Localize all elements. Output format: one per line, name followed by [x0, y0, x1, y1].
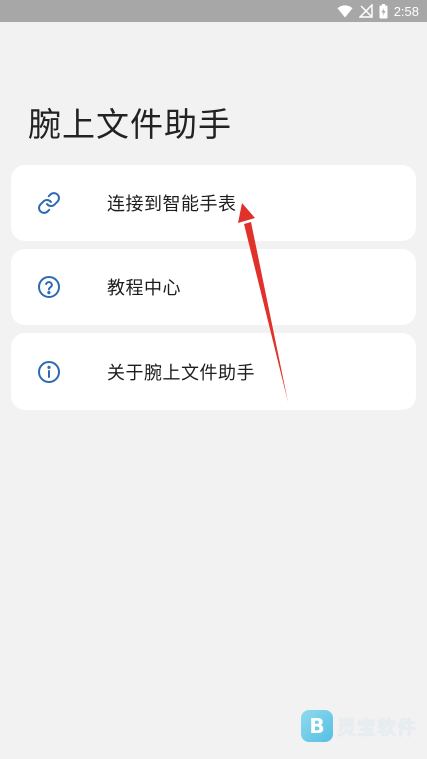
watermark: B 灵宝软件	[301, 710, 417, 742]
menu-item-label: 关于腕上文件助手	[107, 362, 255, 384]
menu-item-connect-watch[interactable]: 连接到智能手表	[11, 165, 416, 241]
status-bar: 2:58	[0, 0, 427, 22]
signal-icon	[358, 4, 373, 18]
wifi-icon	[337, 4, 353, 18]
help-circle-icon	[37, 275, 61, 299]
link-icon	[37, 191, 61, 215]
menu-item-tutorial-center[interactable]: 教程中心	[11, 249, 416, 325]
status-icons: 2:58	[337, 0, 419, 22]
status-time: 2:58	[393, 3, 419, 19]
page-title: 腕上文件助手	[28, 105, 232, 144]
watermark-logo: B	[301, 710, 333, 742]
menu-list: 连接到智能手表 教程中心 关于腕上文件助手	[11, 165, 416, 418]
menu-item-label: 教程中心	[107, 278, 181, 299]
menu-item-about[interactable]: 关于腕上文件助手	[11, 333, 416, 410]
battery-icon	[379, 3, 388, 19]
watermark-text: 灵宝软件	[337, 716, 418, 739]
menu-item-label: 连接到智能手表	[107, 194, 237, 215]
info-circle-icon	[37, 360, 61, 384]
